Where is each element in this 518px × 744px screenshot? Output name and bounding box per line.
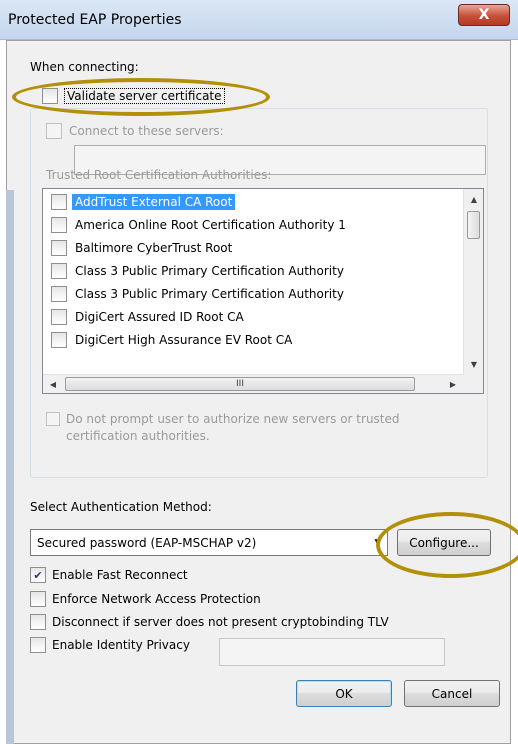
title-bar: Protected EAP Properties X	[0, 0, 518, 40]
vertical-scrollbar[interactable]: ▲ ▼	[463, 189, 483, 374]
configure-button[interactable]: Configure...	[397, 529, 491, 556]
validate-cert-box[interactable]	[42, 88, 58, 104]
connect-servers-box[interactable]	[46, 123, 62, 139]
list-item[interactable]: Class 3 Public Primary Certification Aut…	[43, 282, 463, 305]
chevron-down-icon: ▼	[374, 537, 382, 548]
scroll-down-icon[interactable]: ▼	[464, 354, 484, 374]
item-label: DigiCert Assured ID Root CA	[75, 309, 244, 324]
h-scroll-thumb[interactable]: III	[65, 377, 415, 391]
disconnect-tlv-label: Disconnect if server does not present cr…	[52, 615, 389, 629]
identity-privacy-box[interactable]	[30, 637, 46, 653]
list-item[interactable]: DigiCert High Assurance EV Root CA	[43, 328, 463, 351]
cancel-button[interactable]: Cancel	[404, 680, 500, 707]
validate-cert-label: Validate server certificate	[64, 88, 225, 104]
nap-box[interactable]	[30, 591, 46, 607]
item-checkbox[interactable]	[51, 262, 67, 279]
auth-method-value: Secured password (EAP-MSCHAP v2)	[37, 535, 257, 550]
ok-button[interactable]: OK	[296, 680, 392, 707]
list-item[interactable]: Class 3 Public Primary Certification Aut…	[43, 259, 463, 282]
item-label: America Online Root Certification Author…	[75, 217, 346, 232]
item-label: Class 3 Public Primary Certification Aut…	[75, 286, 344, 301]
do-not-prompt-line2: certification authorities.	[66, 429, 210, 443]
disconnect-tlv-checkbox[interactable]: Disconnect if server does not present cr…	[30, 614, 389, 630]
item-checkbox[interactable]	[51, 331, 67, 348]
list-item[interactable]: America Online Root Certification Author…	[43, 213, 463, 236]
check-icon[interactable]: ✔	[30, 567, 46, 583]
nap-label: Enforce Network Access Protection	[52, 592, 261, 606]
item-checkbox[interactable]	[51, 193, 67, 210]
horizontal-scrollbar[interactable]: ◀ III ▶	[43, 374, 463, 393]
trusted-authorities-heading: Trusted Root Certification Authorities:	[46, 168, 272, 182]
close-button[interactable]: X	[458, 4, 510, 26]
background-strip	[6, 190, 14, 744]
list-item[interactable]: AddTrust External CA Root	[43, 190, 463, 213]
item-checkbox[interactable]	[51, 216, 67, 233]
do-not-prompt-checkbox[interactable]	[46, 412, 60, 426]
list-item[interactable]: Baltimore CyberTrust Root	[43, 236, 463, 259]
validate-cert-checkbox[interactable]: Validate server certificate	[42, 88, 225, 104]
item-label: Class 3 Public Primary Certification Aut…	[75, 263, 344, 278]
item-label: AddTrust External CA Root	[72, 193, 236, 210]
list-item[interactable]: DigiCert Assured ID Root CA	[43, 305, 463, 328]
item-checkbox[interactable]	[51, 308, 67, 325]
scroll-left-icon[interactable]: ◀	[43, 375, 63, 393]
fast-reconnect-label: Enable Fast Reconnect	[52, 568, 188, 582]
auth-method-heading: Select Authentication Method:	[30, 500, 212, 514]
authorities-list[interactable]: AddTrust External CA Root America Online…	[42, 188, 484, 394]
identity-privacy-label: Enable Identity Privacy	[52, 638, 190, 652]
item-checkbox[interactable]	[51, 285, 67, 302]
do-not-prompt-label: Do not prompt user to authorize new serv…	[66, 411, 400, 445]
disconnect-tlv-box[interactable]	[30, 614, 46, 630]
item-label: DigiCert High Assurance EV Root CA	[75, 332, 293, 347]
connect-servers-checkbox[interactable]: Connect to these servers:	[46, 123, 224, 139]
scroll-right-icon[interactable]: ▶	[443, 375, 463, 393]
auth-method-select[interactable]: Secured password (EAP-MSCHAP v2) ▼	[30, 529, 388, 556]
scroll-thumb[interactable]	[467, 211, 480, 239]
item-checkbox[interactable]	[51, 239, 67, 256]
window-title: Protected EAP Properties	[8, 12, 182, 28]
item-label: Baltimore CyberTrust Root	[75, 240, 233, 255]
identity-privacy-checkbox[interactable]: Enable Identity Privacy	[30, 637, 190, 653]
do-not-prompt-line1: Do not prompt user to authorize new serv…	[66, 412, 400, 426]
connect-servers-label: Connect to these servers:	[69, 124, 224, 138]
nap-checkbox[interactable]: Enforce Network Access Protection	[30, 591, 261, 607]
scroll-corner	[463, 374, 483, 393]
fast-reconnect-checkbox[interactable]: ✔ Enable Fast Reconnect	[30, 567, 188, 583]
scroll-up-icon[interactable]: ▲	[464, 189, 484, 209]
identity-privacy-input[interactable]	[219, 638, 445, 666]
when-connecting-heading: When connecting:	[30, 60, 139, 74]
